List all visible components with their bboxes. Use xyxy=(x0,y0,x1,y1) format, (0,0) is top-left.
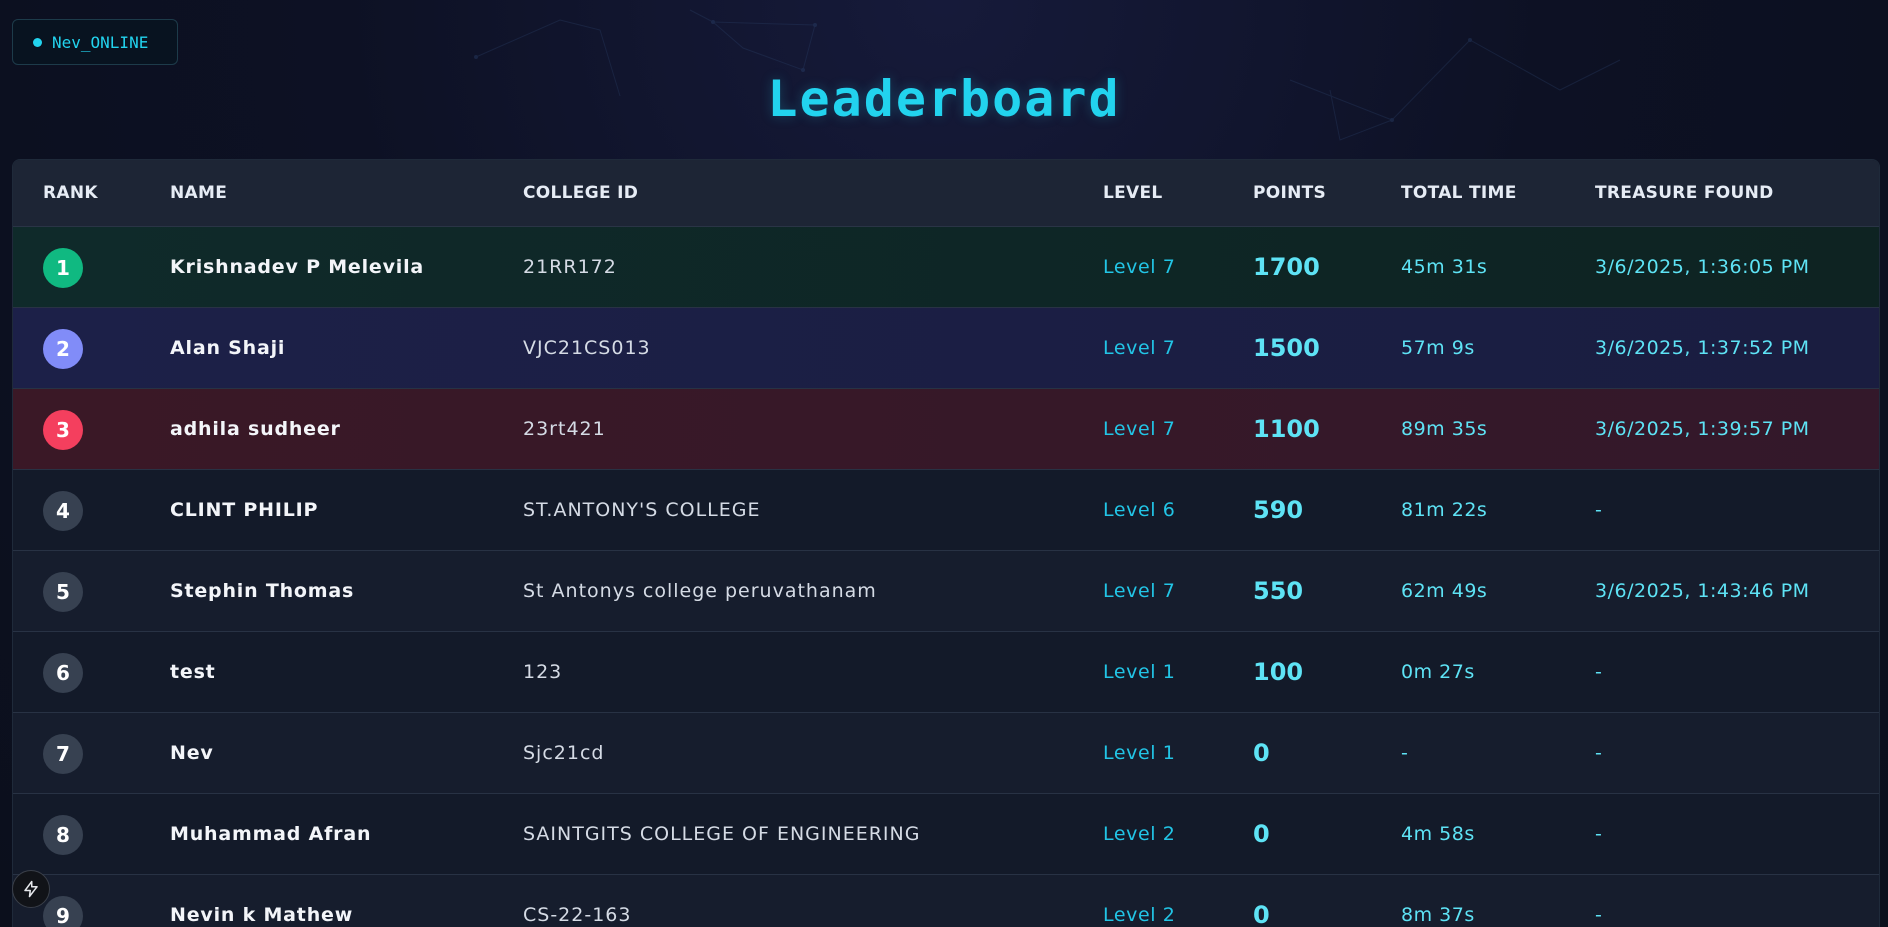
college-id: ST.ANTONY'S COLLEGE xyxy=(523,499,761,521)
table-row: 3 adhila sudheer 23rt421 Level 7 1100 89… xyxy=(13,389,1879,470)
treasure-found: - xyxy=(1595,904,1603,926)
college-id: VJC21CS013 xyxy=(523,337,651,359)
column-header-treasure-found: TREASURE FOUND xyxy=(1595,183,1774,203)
treasure-found: - xyxy=(1595,742,1603,764)
treasure-found: 3/6/2025, 1:43:46 PM xyxy=(1595,580,1810,602)
total-time: 4m 58s xyxy=(1401,823,1475,845)
college-id: CS-22-163 xyxy=(523,904,632,926)
leaderboard-page: Nev_ONLINE Leaderboard RANK NAME COLLEGE… xyxy=(0,0,1888,927)
treasure-found: 3/6/2025, 1:39:57 PM xyxy=(1595,418,1810,440)
rank-badge: 5 xyxy=(43,572,83,612)
player-name: test xyxy=(170,661,216,683)
player-name: Alan Shaji xyxy=(170,337,286,359)
rank-badge: 9 xyxy=(43,896,83,927)
total-time: 62m 49s xyxy=(1401,580,1488,602)
total-time: 89m 35s xyxy=(1401,418,1488,440)
rank-badge: 1 xyxy=(43,248,83,288)
level: Level 6 xyxy=(1103,499,1176,521)
total-time: 0m 27s xyxy=(1401,661,1475,683)
rank-badge: 7 xyxy=(43,734,83,774)
column-header-rank: RANK xyxy=(43,183,98,203)
level: Level 2 xyxy=(1103,904,1176,926)
points: 1700 xyxy=(1253,253,1320,281)
table-row: 9 Nevin k Mathew CS-22-163 Level 2 0 8m … xyxy=(13,875,1879,927)
status-dot-icon xyxy=(33,37,42,47)
level: Level 7 xyxy=(1103,580,1176,602)
treasure-found: - xyxy=(1595,499,1603,521)
column-header-name: NAME xyxy=(170,183,228,203)
level: Level 1 xyxy=(1103,661,1176,683)
online-status-badge: Nev_ONLINE xyxy=(12,19,178,65)
treasure-found: - xyxy=(1595,823,1603,845)
points: 1100 xyxy=(1253,415,1320,443)
total-time: 57m 9s xyxy=(1401,337,1475,359)
points: 0 xyxy=(1253,820,1270,848)
college-id: SAINTGITS COLLEGE OF ENGINEERING xyxy=(523,823,921,845)
level: Level 1 xyxy=(1103,742,1176,764)
rank-badge: 6 xyxy=(43,653,83,693)
leaderboard-table: RANK NAME COLLEGE ID LEVEL POINTS TOTAL … xyxy=(12,159,1880,927)
bolt-icon xyxy=(24,880,38,898)
rank-badge: 2 xyxy=(43,329,83,369)
column-header-level: LEVEL xyxy=(1103,183,1163,203)
player-name: Nevin k Mathew xyxy=(170,904,354,926)
rank-badge: 8 xyxy=(43,815,83,855)
points: 100 xyxy=(1253,658,1304,686)
total-time: 8m 37s xyxy=(1401,904,1475,926)
status-label: Nev_ONLINE xyxy=(52,32,149,52)
player-name: Nev xyxy=(170,742,214,764)
player-name: Stephin Thomas xyxy=(170,580,355,602)
column-header-points: POINTS xyxy=(1253,183,1327,203)
college-id: Sjc21cd xyxy=(523,742,605,764)
player-name: adhila sudheer xyxy=(170,418,341,440)
table-row: 1 Krishnadev P Melevila 21RR172 Level 7 … xyxy=(13,227,1879,308)
level: Level 7 xyxy=(1103,418,1176,440)
player-name: CLINT PHILIP xyxy=(170,499,319,521)
table-row: 2 Alan Shaji VJC21CS013 Level 7 1500 57m… xyxy=(13,308,1879,389)
level: Level 2 xyxy=(1103,823,1176,845)
table-row: 7 Nev Sjc21cd Level 1 0 - - xyxy=(13,713,1879,794)
table-row: 8 Muhammad Afran SAINTGITS COLLEGE OF EN… xyxy=(13,794,1879,875)
dev-tools-button[interactable] xyxy=(12,870,50,908)
treasure-found: 3/6/2025, 1:36:05 PM xyxy=(1595,256,1810,278)
column-header-total-time: TOTAL TIME xyxy=(1401,183,1517,203)
table-row: 4 CLINT PHILIP ST.ANTONY'S COLLEGE Level… xyxy=(13,470,1879,551)
total-time: 45m 31s xyxy=(1401,256,1488,278)
total-time: 81m 22s xyxy=(1401,499,1488,521)
total-time: - xyxy=(1401,742,1409,764)
level: Level 7 xyxy=(1103,337,1176,359)
college-id: 123 xyxy=(523,661,563,683)
points: 550 xyxy=(1253,577,1304,605)
treasure-found: 3/6/2025, 1:37:52 PM xyxy=(1595,337,1810,359)
college-id: 21RR172 xyxy=(523,256,617,278)
points: 1500 xyxy=(1253,334,1320,362)
treasure-found: - xyxy=(1595,661,1603,683)
rank-badge: 3 xyxy=(43,410,83,450)
table-row: 6 test 123 Level 1 100 0m 27s - xyxy=(13,632,1879,713)
table-header: RANK NAME COLLEGE ID LEVEL POINTS TOTAL … xyxy=(13,160,1879,227)
page-title: Leaderboard xyxy=(767,70,1121,128)
points: 0 xyxy=(1253,739,1270,767)
college-id: 23rt421 xyxy=(523,418,606,440)
points: 0 xyxy=(1253,901,1270,927)
player-name: Muhammad Afran xyxy=(170,823,372,845)
level: Level 7 xyxy=(1103,256,1176,278)
college-id: St Antonys college peruvathanam xyxy=(523,580,877,602)
player-name: Krishnadev P Melevila xyxy=(170,256,425,278)
rank-badge: 4 xyxy=(43,491,83,531)
points: 590 xyxy=(1253,496,1304,524)
table-row: 5 Stephin Thomas St Antonys college peru… xyxy=(13,551,1879,632)
column-header-college-id: COLLEGE ID xyxy=(523,183,639,203)
